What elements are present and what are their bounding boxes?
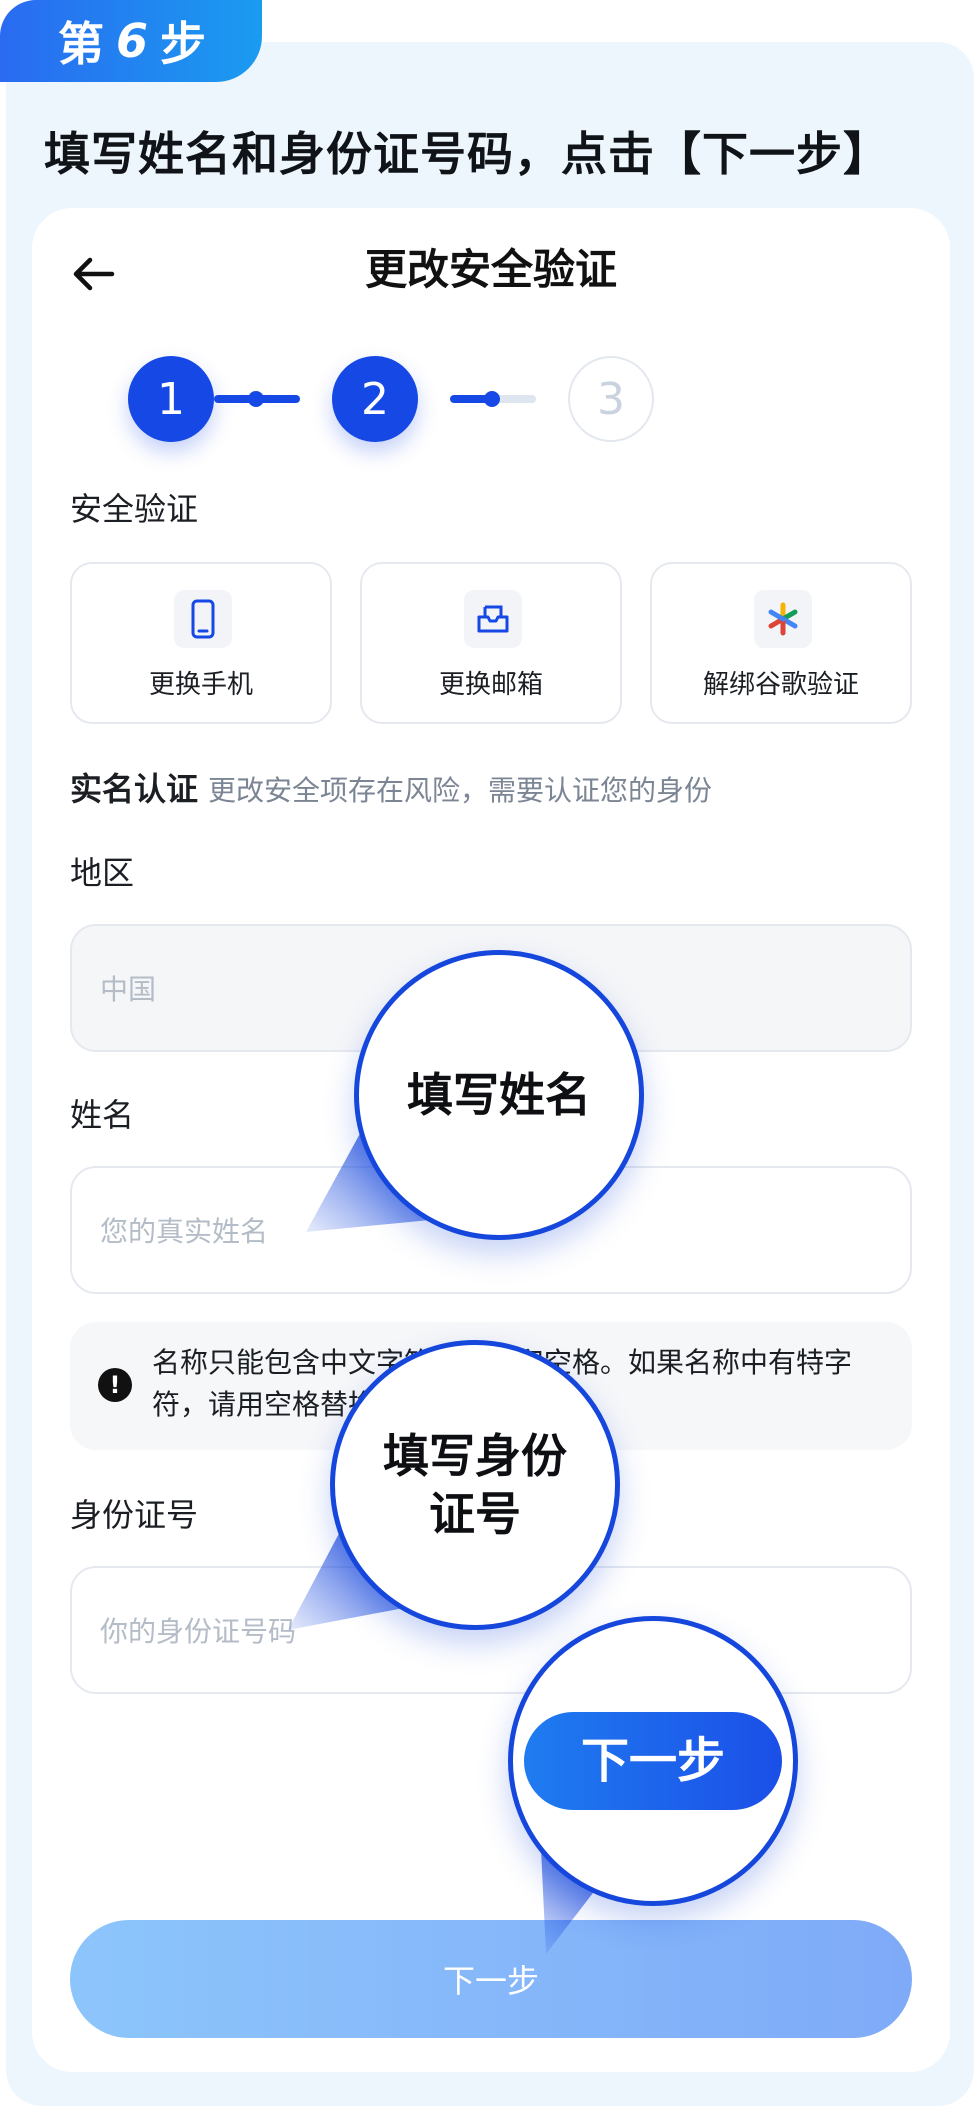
unbind-google-auth-label: 解绑谷歌验证 <box>702 670 859 700</box>
next-callout-button: 下一步 <box>524 1712 782 1810</box>
id-number-label: 身份证号 <box>70 1496 199 1534</box>
name-callout: 填写姓名 <box>354 950 644 1240</box>
step-3-indicator: 3 <box>568 356 654 442</box>
tutorial-frame: 第 6 步 填写姓名和身份证号码，点击【下一步】 更改安全验证 1 2 3 安全… <box>0 0 980 2116</box>
change-phone-label: 更换手机 <box>148 670 253 700</box>
step-connector-2 <box>450 391 536 407</box>
region-label: 地区 <box>70 854 135 892</box>
page-title: 更改安全验证 <box>364 245 617 294</box>
progress-stepper: 1 2 3 <box>32 354 950 444</box>
next-step-button[interactable]: 下一步 <box>70 1920 912 2038</box>
id-callout-text-line1: 填写身份 <box>383 1429 567 1483</box>
region-value: 中国 <box>100 973 157 1006</box>
step-badge: 第 6 步 <box>0 0 262 82</box>
security-section-label: 安全验证 <box>70 490 199 528</box>
step-badge-number: 6 <box>116 14 149 68</box>
step-badge-prefix: 第 <box>58 17 104 71</box>
instruction-headline: 填写姓名和身份证号码，点击【下一步】 <box>44 127 890 181</box>
exclamation-icon: ! <box>98 1368 132 1402</box>
step-connector-1 <box>214 391 300 407</box>
change-phone-option[interactable]: 更换手机 <box>70 562 332 724</box>
change-email-label: 更换邮箱 <box>438 670 543 700</box>
id-callout-text-line2: 证号 <box>429 1487 521 1541</box>
next-callout: 下一步 <box>508 1616 798 1906</box>
step-badge-suffix: 步 <box>160 17 207 71</box>
realname-section-label: 实名认证 更改安全项存在风险，需要认证您的身份 <box>70 764 712 810</box>
name-callout-text: 填写姓名 <box>407 1068 591 1122</box>
name-placeholder: 您的真实姓名 <box>100 1215 269 1248</box>
step-1-indicator: 1 <box>128 356 214 442</box>
unbind-google-auth-option[interactable]: 解绑谷歌验证 <box>650 562 912 724</box>
step-2-indicator: 2 <box>332 356 418 442</box>
google-authenticator-icon <box>754 590 812 648</box>
name-label: 姓名 <box>70 1096 135 1134</box>
phone-icon <box>174 590 232 648</box>
id-callout: 填写身份 证号 <box>330 1340 620 1630</box>
id-number-placeholder: 你的身份证号码 <box>100 1615 297 1648</box>
change-email-option[interactable]: 更换邮箱 <box>360 562 622 724</box>
realname-description: 更改安全项存在风险，需要认证您的身份 <box>208 774 713 807</box>
realname-title: 实名认证 <box>70 770 199 808</box>
mailbox-icon <box>464 590 522 648</box>
